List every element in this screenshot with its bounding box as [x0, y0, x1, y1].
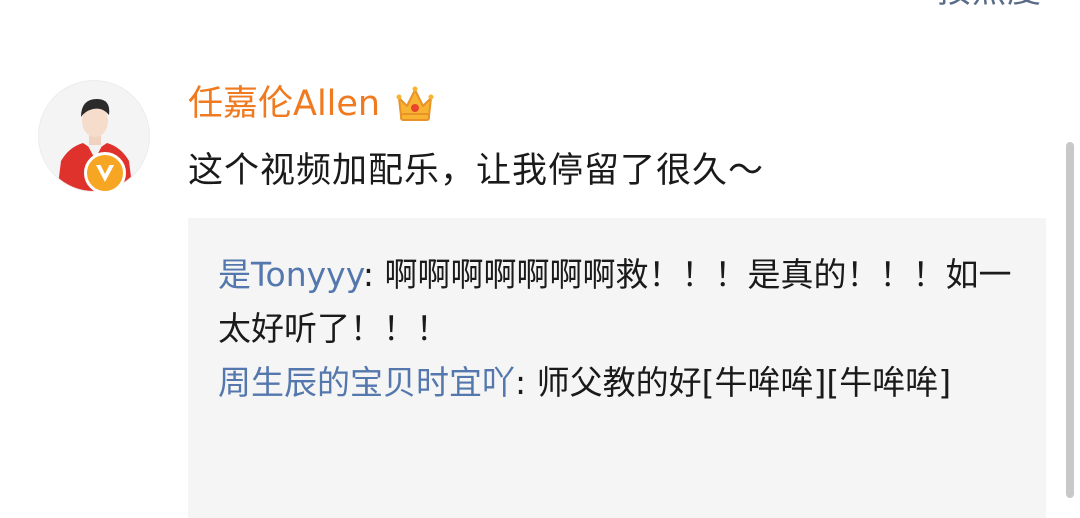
comment-text: 这个视频加配乐，让我停留了很久～	[188, 151, 765, 191]
crown-icon[interactable]	[394, 84, 436, 124]
comment-header: 任嘉伦Allen	[188, 80, 436, 128]
username[interactable]: 任嘉伦Allen	[188, 86, 380, 122]
reply-username[interactable]: 是Tonyyy	[218, 255, 363, 294]
verified-badge	[84, 152, 126, 194]
reply-separator: :	[362, 255, 385, 294]
reply-separator: :	[515, 363, 537, 402]
scrollbar[interactable]	[1066, 142, 1074, 498]
reply-text: 师父教的好[牛哞哞][牛哞哞]	[536, 363, 952, 402]
reply-item[interactable]: 周生辰的宝贝时宜吖: 师父教的好[牛哞哞][牛哞哞]	[218, 356, 1018, 410]
sort-by-hotness-label[interactable]: 按热度	[937, 0, 1042, 8]
verified-v-icon	[96, 165, 114, 182]
reply-item[interactable]: 是Tonyyy: 啊啊啊啊啊啊啊救！！！是真的！！！如一太好听了！！！	[218, 248, 1018, 356]
replies-box[interactable]: 是Tonyyy: 啊啊啊啊啊啊啊救！！！是真的！！！如一太好听了！！！ 周生辰的…	[188, 218, 1046, 518]
reply-username[interactable]: 周生辰的宝贝时宜吖	[218, 363, 515, 402]
